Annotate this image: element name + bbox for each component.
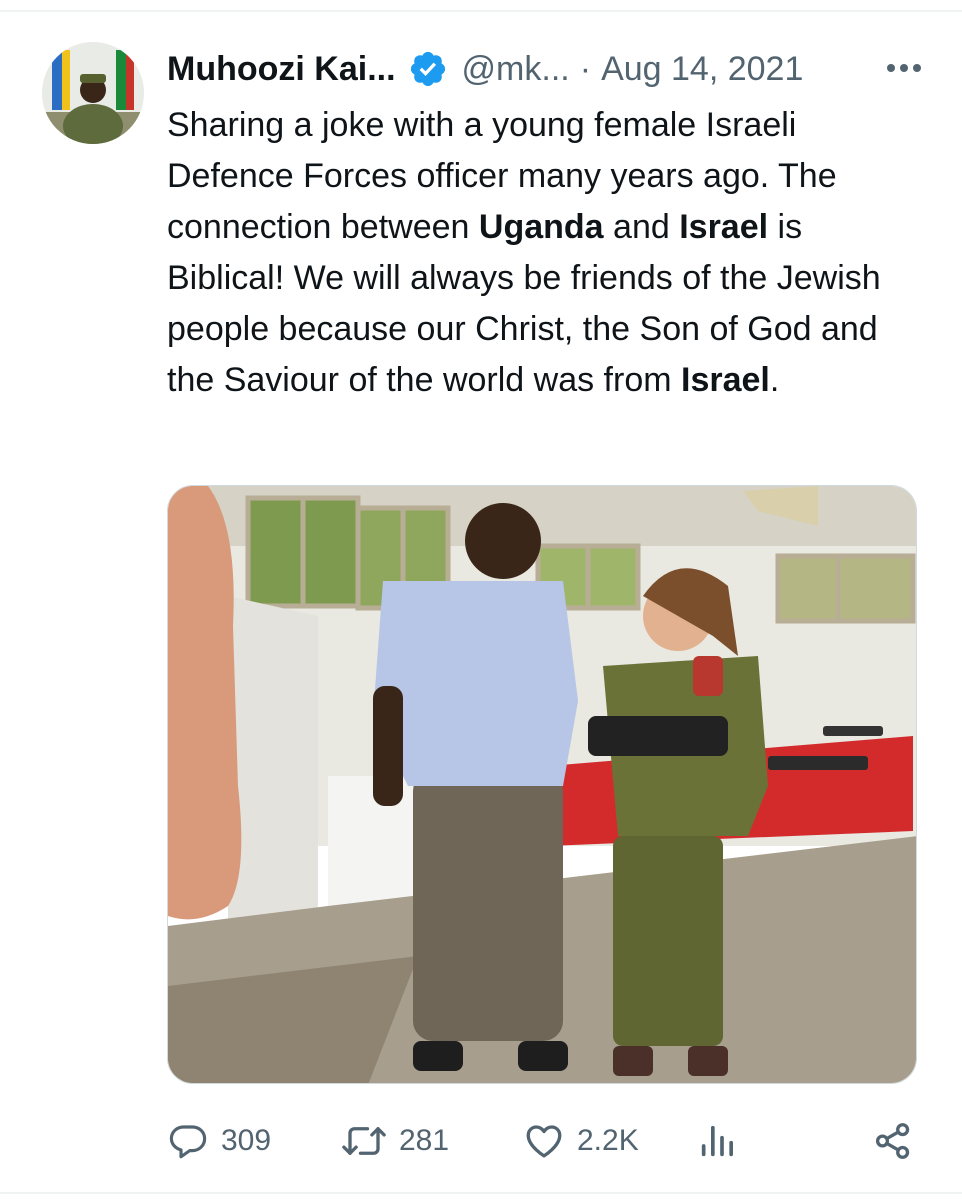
separator-dot: · bbox=[579, 49, 592, 88]
top-divider bbox=[0, 10, 962, 12]
share-icon bbox=[872, 1120, 914, 1162]
bottom-divider bbox=[0, 1192, 962, 1194]
views-icon bbox=[697, 1120, 737, 1162]
reply-count: 309 bbox=[221, 1124, 272, 1157]
verified-badge-icon bbox=[408, 49, 448, 89]
repost-icon bbox=[341, 1120, 387, 1162]
tweet-text-bold-segment: Israel bbox=[681, 361, 770, 399]
tweet-date[interactable]: Aug 14, 2021 bbox=[601, 50, 803, 89]
avatar-image bbox=[42, 42, 144, 144]
repost-button[interactable]: 281 bbox=[341, 1116, 449, 1166]
repost-count: 281 bbox=[399, 1124, 450, 1157]
share-button[interactable] bbox=[872, 1116, 914, 1166]
tweet-text-bold-segment: Uganda bbox=[478, 208, 604, 246]
reply-button[interactable]: 309 bbox=[167, 1116, 271, 1166]
author-name[interactable]: Muhoozi Kai... bbox=[167, 50, 396, 89]
avatar[interactable] bbox=[42, 42, 144, 144]
like-icon bbox=[523, 1120, 565, 1162]
tweet-header: Muhoozi Kai... @mk... · Aug 14, 2021 bbox=[167, 46, 927, 92]
views-button[interactable] bbox=[697, 1116, 737, 1166]
tweet-text-segment: and bbox=[603, 208, 680, 246]
tweet-photo[interactable] bbox=[167, 485, 917, 1084]
tweet-text: Sharing a joke with a young female Israe… bbox=[167, 100, 927, 406]
tweet-text-bold-segment: Israel bbox=[679, 208, 769, 246]
author-handle[interactable]: @mk... bbox=[462, 50, 570, 89]
like-button[interactable]: 2.2K bbox=[523, 1116, 639, 1166]
photo-illustration bbox=[168, 486, 916, 1083]
like-count: 2.2K bbox=[577, 1124, 639, 1157]
more-options-icon[interactable] bbox=[881, 48, 927, 88]
tweet-text-segment: . bbox=[769, 361, 780, 399]
reply-icon bbox=[167, 1120, 209, 1162]
tweet-actions: 309 281 2.2K bbox=[167, 1116, 917, 1166]
